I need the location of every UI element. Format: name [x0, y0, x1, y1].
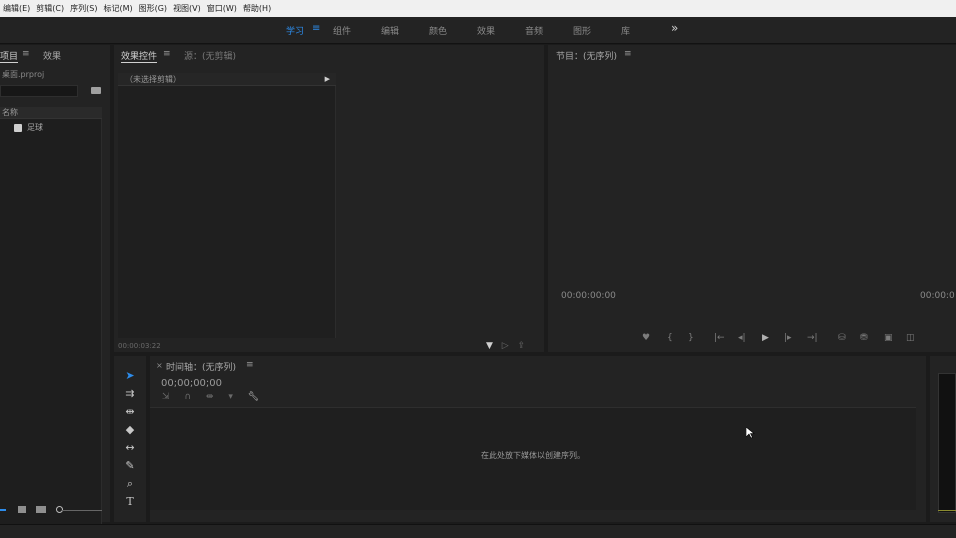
- tab-project[interactable]: 项目: [0, 49, 19, 63]
- workspace-tab-learning[interactable]: 学习: [286, 24, 304, 37]
- hamburger-icon[interactable]: ≡: [624, 49, 632, 59]
- timeline-title[interactable]: 时间轴：(无序列): [166, 360, 236, 373]
- transport-controls: ♥ { } |← ◂| ▶ |▸ →| ⛁ ⛃ ▣ ◫: [642, 333, 932, 347]
- timeline-timecode[interactable]: 00;00;00;00: [161, 378, 222, 389]
- go-to-out-icon[interactable]: →|: [807, 333, 818, 343]
- pen-icon[interactable]: ✎: [122, 459, 138, 473]
- menu-graphics[interactable]: 图形(G): [139, 3, 167, 14]
- audio-meter-display: [938, 373, 956, 513]
- workspace-tab-assembly[interactable]: 组件: [333, 24, 351, 37]
- new-bin-icon[interactable]: [91, 87, 101, 94]
- tab-effects[interactable]: 效果: [43, 49, 61, 62]
- workspace-tab-effects[interactable]: 效果: [477, 24, 495, 37]
- audio-meter-level: [938, 510, 956, 511]
- play-arrow-icon[interactable]: ▶: [325, 73, 330, 86]
- add-marker-icon[interactable]: ♥: [642, 333, 650, 343]
- menu-help[interactable]: 帮助(H): [243, 3, 271, 14]
- effect-controls-panel: 效果控件 ≡ 源：(无剪辑) （未选择剪辑） ▶ 00:00:03:22 ▼ ▷…: [114, 45, 544, 352]
- program-title[interactable]: 节目：(无序列): [556, 49, 617, 62]
- column-header-name[interactable]: 名称: [0, 107, 102, 119]
- timeline-tools: ⇲ ∩ ⇼ ▾ 🔧︎: [162, 392, 259, 402]
- hamburger-icon[interactable]: ≡: [22, 49, 30, 59]
- track-select-icon[interactable]: ⇉: [122, 387, 138, 401]
- project-list[interactable]: 名称 足球: [0, 107, 102, 537]
- close-icon[interactable]: ×: [156, 361, 163, 370]
- freeform-view-icon[interactable]: [36, 506, 46, 513]
- razor-icon[interactable]: ◆: [122, 423, 138, 437]
- search-input[interactable]: [0, 85, 78, 97]
- zoom-icon[interactable]: ⌕: [122, 477, 138, 491]
- workspace-tab-audio[interactable]: 音频: [525, 24, 543, 37]
- go-to-in-icon[interactable]: |←: [714, 333, 725, 343]
- effect-controls-timecode: 00:00:03:22: [118, 342, 161, 350]
- project-file-name: 桌面.prproj: [2, 70, 45, 79]
- snap-icon[interactable]: ∩: [184, 392, 191, 402]
- hamburger-icon[interactable]: ≡: [163, 49, 171, 59]
- clip-row[interactable]: （未选择剪辑） ▶: [118, 73, 336, 86]
- tab-source[interactable]: 源：(无剪辑): [184, 49, 236, 62]
- zoom-slider[interactable]: [62, 510, 102, 511]
- menu-clip[interactable]: 剪辑(C): [36, 3, 64, 14]
- workspace-tab-color[interactable]: 颜色: [429, 24, 447, 37]
- effect-controls-body: （未选择剪辑） ▶: [118, 73, 336, 338]
- export-icon[interactable]: ⇪: [518, 341, 526, 351]
- menu-window[interactable]: 窗口(W): [207, 3, 237, 14]
- menu-markers[interactable]: 标记(M): [103, 3, 132, 14]
- workspace-tab-graphics[interactable]: 图形: [573, 24, 591, 37]
- timeline-drop-area[interactable]: 在此处放下媒体以创建序列。: [150, 407, 916, 510]
- list-view-icon[interactable]: [0, 509, 6, 511]
- workspace-tab-editing[interactable]: 编辑: [381, 24, 399, 37]
- workspace-tab-libraries[interactable]: 库: [621, 24, 630, 37]
- tab-effect-controls[interactable]: 效果控件: [121, 49, 158, 63]
- clip-row-label: （未选择剪辑）: [125, 75, 181, 84]
- project-bottom-bar: [0, 503, 110, 517]
- camera-icon[interactable]: ▣: [884, 333, 893, 343]
- mark-out-icon[interactable]: }: [688, 333, 694, 343]
- extract-icon[interactable]: ⛃: [860, 333, 868, 343]
- audio-meter: [930, 356, 956, 522]
- workspace-bar: 学习 ≡ 组件 编辑 颜色 效果 音频 图形 库 »: [0, 17, 956, 44]
- list-item-label: 足球: [27, 123, 43, 132]
- ripple-edit-icon[interactable]: ⇹: [122, 405, 138, 419]
- menu-edit[interactable]: 编辑(E): [3, 3, 30, 14]
- icon-view-icon[interactable]: [18, 506, 26, 513]
- tools-panel: ➤ ⇉ ⇹ ◆ ↔ ✎ ⌕ T: [114, 356, 146, 522]
- hamburger-icon[interactable]: ≡: [246, 360, 254, 370]
- timeline-panel: × 时间轴：(无序列) ≡ 00;00;00;00 ⇲ ∩ ⇼ ▾ 🔧︎ 在此处…: [150, 356, 926, 522]
- wrench-icon[interactable]: 🔧︎: [248, 392, 259, 402]
- linked-selection-icon[interactable]: ⇼: [206, 392, 214, 402]
- project-panel: 项目 ≡ 效果 桌面.prproj 名称 足球: [0, 45, 110, 537]
- program-duration: 00:00:0: [920, 291, 955, 301]
- program-timecode[interactable]: 00:00:00:00: [561, 291, 616, 301]
- lift-icon[interactable]: ⛁: [838, 333, 846, 343]
- cursor-arrow-icon: [746, 427, 755, 439]
- list-item[interactable]: 足球: [0, 121, 102, 135]
- play-only-icon[interactable]: ▷: [502, 341, 509, 351]
- mark-in-icon[interactable]: {: [667, 333, 673, 343]
- nest-icon[interactable]: ⇲: [162, 392, 170, 402]
- compare-icon[interactable]: ◫: [906, 333, 915, 343]
- marker-icon[interactable]: ▾: [228, 392, 233, 402]
- selection-tool-icon[interactable]: ➤: [122, 369, 138, 383]
- filter-icon[interactable]: ▼: [486, 341, 493, 351]
- step-forward-icon[interactable]: |▸: [784, 333, 792, 343]
- menu-bar: 编辑(E) 剪辑(C) 序列(S) 标记(M) 图形(G) 视图(V) 窗口(W…: [0, 0, 956, 17]
- play-icon[interactable]: ▶: [762, 333, 769, 343]
- menu-view[interactable]: 视图(V): [173, 3, 201, 14]
- type-tool-icon[interactable]: T: [122, 495, 138, 509]
- more-workspaces-icon[interactable]: »: [671, 21, 678, 35]
- hamburger-icon[interactable]: ≡: [312, 23, 320, 34]
- slip-icon[interactable]: ↔: [122, 441, 138, 455]
- status-bar: [0, 524, 956, 538]
- timeline-empty-message: 在此处放下媒体以创建序列。: [481, 451, 585, 460]
- effect-controls-tools: ▼ ▷ ⇪: [486, 341, 525, 351]
- step-back-icon[interactable]: ◂|: [738, 333, 746, 343]
- menu-sequence[interactable]: 序列(S): [70, 3, 97, 14]
- sequence-icon: [14, 124, 22, 132]
- program-monitor: 节目：(无序列) ≡ 00:00:00:00 00:00:0 ♥ { } |← …: [548, 45, 956, 352]
